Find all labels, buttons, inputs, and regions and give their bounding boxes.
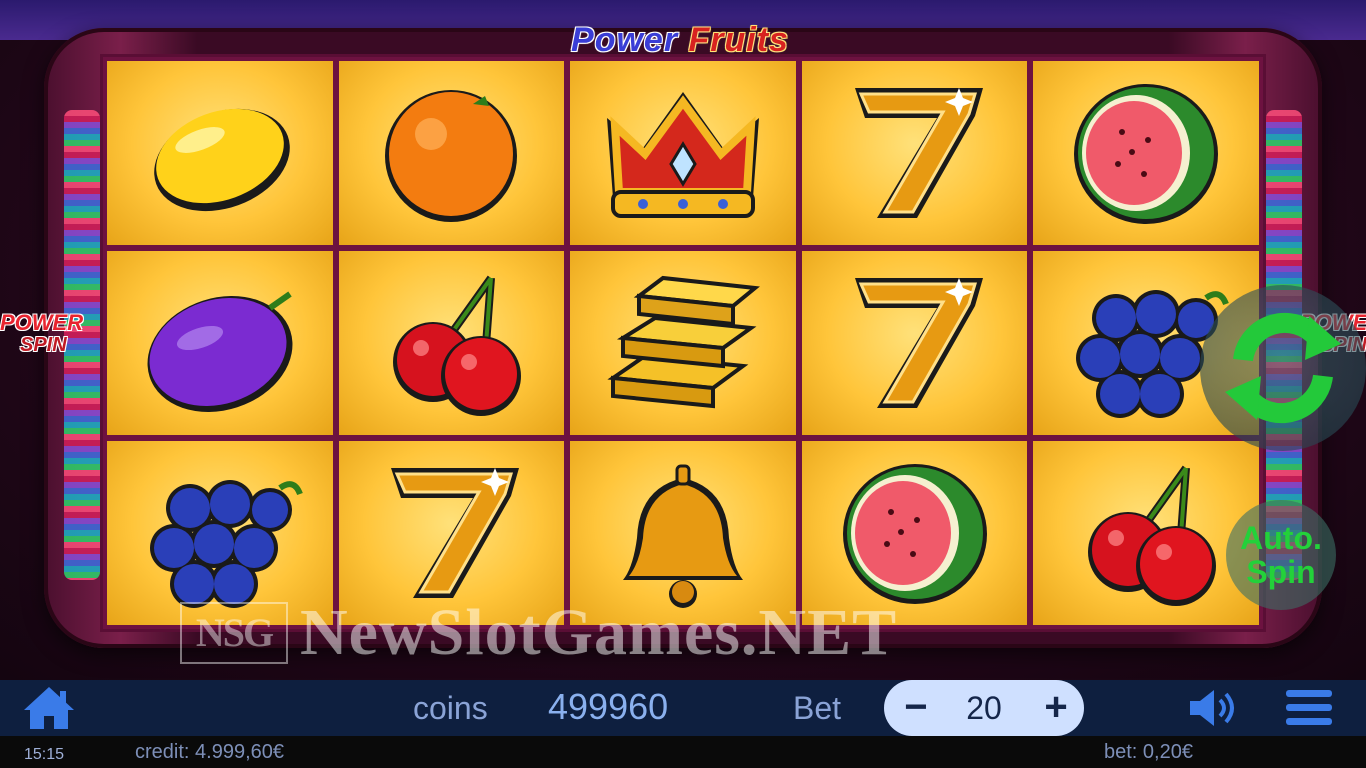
seven-icon [391, 468, 520, 598]
cherries-icon [1088, 465, 1217, 606]
watermark-text: NewSlotGames.NET [300, 596, 898, 669]
bet-label: Bet [793, 690, 842, 726]
sound-icon [1190, 690, 1234, 726]
coins-value: 499960 [548, 686, 669, 727]
auto-spin-line1: Auto. [1240, 520, 1322, 556]
auto-spin-button[interactable]: Auto. Spin [1226, 500, 1336, 610]
power-spin-logo-left: POWER SPIN [0, 312, 104, 372]
watermelon-icon [1074, 84, 1219, 224]
bet-increase-button[interactable]: + [1034, 686, 1078, 730]
reel-cell-gold-bars [570, 251, 796, 435]
plum-icon [147, 291, 293, 412]
reel-grid [100, 54, 1266, 632]
auto-spin-line2: Spin [1246, 554, 1316, 590]
reel-cell-plum [107, 251, 333, 435]
watermark: NSG NewSlotGames.NET [180, 600, 1186, 666]
reel-cell-watermelon [1033, 61, 1259, 245]
home-icon [24, 687, 74, 729]
reel-cell-seven [801, 251, 1028, 435]
menu-button[interactable] [1284, 686, 1334, 730]
bet-value: 20 [966, 690, 1002, 726]
bet-decrease-button[interactable]: − [894, 686, 938, 730]
sound-button[interactable] [1186, 686, 1244, 730]
home-button[interactable] [20, 684, 78, 732]
grapes-icon [149, 480, 303, 608]
cherries-icon [393, 275, 522, 416]
lemon-icon [154, 108, 290, 212]
watermelon-icon [842, 464, 987, 604]
spin-refresh-icon [1225, 312, 1341, 424]
coins-label: coins [413, 690, 488, 726]
spin-button[interactable] [1200, 285, 1366, 451]
credit-amount: credit: 4.999,60€ [135, 741, 284, 763]
clock-time: 15:15 [24, 746, 65, 763]
power-spin-line2: SPIN [20, 334, 67, 356]
bet-amount: bet: 0,20€ [1104, 741, 1193, 763]
seven-icon [854, 278, 983, 408]
game-stage: Power Fruits POWER SPIN POWER SPIN Auto.… [0, 0, 1366, 680]
reel-cell-orange [338, 61, 565, 245]
reel-cell-cherries [338, 251, 565, 435]
bottom-control-bar: coins 499960 Bet − 20 + [0, 680, 1366, 736]
reel-cell-lemon [107, 61, 333, 245]
bell-icon [622, 464, 743, 608]
status-bar: 15:15 credit: 4.999,60€ bet: 0,20€ [0, 736, 1366, 768]
bet-stepper: − 20 + [884, 680, 1084, 736]
reel-cell-crown [570, 61, 796, 245]
reel-cell-seven [801, 61, 1028, 245]
reel-cell-grapes [107, 441, 333, 625]
seven-icon [854, 88, 983, 218]
orange-icon [385, 90, 518, 222]
crown-icon [606, 92, 759, 218]
gold-bars-icon [607, 275, 760, 409]
menu-icon [1286, 690, 1332, 725]
watermark-logo: NSG [180, 602, 288, 664]
power-spin-line1: POWER [0, 310, 84, 335]
